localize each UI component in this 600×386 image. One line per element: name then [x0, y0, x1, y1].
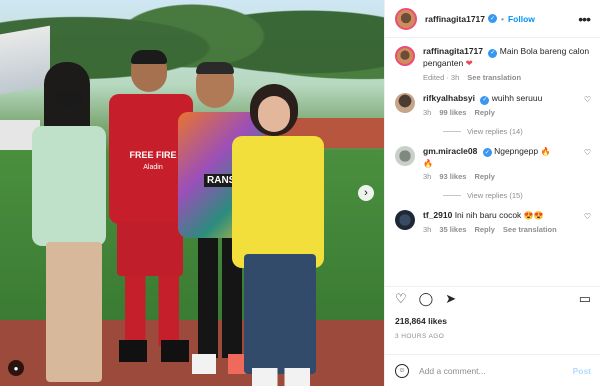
add-comment-bar: ☺ Add a comment... Post [385, 354, 600, 386]
jersey-text: FREE FIRE [129, 150, 177, 160]
view-replies-label[interactable]: View replies (14) [467, 127, 523, 136]
add-comment-input[interactable]: Add a comment... [419, 366, 486, 376]
instagram-post-view: FREE FIRE Aladin RANS › ● raffinagita171… [0, 0, 600, 386]
comment-body: rifkyalhabsyi ✓ wuihh seruuu 3h 99 likes… [423, 93, 578, 118]
comment-username[interactable]: rifkyalhabsyi [423, 93, 475, 103]
verified-badge-icon: ✓ [482, 148, 492, 158]
comment-likes[interactable]: 35 likes [439, 225, 466, 236]
heart-eyes-emoji: 😍😍 [523, 210, 544, 220]
comments-list[interactable]: raffinagita1717 ✓ Main Bola bareng calon… [385, 38, 600, 286]
post-photo[interactable]: FREE FIRE Aladin RANS › ● [0, 0, 384, 386]
see-translation-link[interactable]: See translation [467, 73, 521, 84]
comment-likes[interactable]: 93 likes [439, 172, 466, 183]
face-mask [56, 90, 82, 106]
comment-username[interactable]: gm.miracle08 [423, 146, 477, 156]
view-replies-label[interactable]: View replies (15) [467, 191, 523, 200]
reply-divider [443, 130, 461, 132]
view-replies-link[interactable]: View replies (15) [443, 191, 591, 200]
comment-like-heart-icon[interactable]: ♡ [584, 95, 591, 104]
comment-body: gm.miracle08 ✓ Ngepngepp 🔥 🔥 3h 93 likes… [423, 146, 578, 183]
follow-button[interactable]: Follow [508, 14, 535, 24]
hair [131, 50, 167, 64]
comment-icon[interactable]: ◯ [419, 291, 434, 307]
like-heart-icon[interactable]: ♡ [395, 291, 407, 307]
reply-button[interactable]: Reply [474, 172, 494, 183]
comment-row: tf_2910 Ini nih baru cocok 😍😍 3h 35 like… [395, 209, 591, 235]
share-icon[interactable]: ➤ [445, 291, 456, 307]
verified-badge-icon: ✓ [480, 95, 490, 105]
fire-emoji: 🔥 [540, 146, 551, 156]
jersey-subtext: Aladin [143, 164, 163, 171]
comment-avatar[interactable] [395, 93, 415, 114]
person-yellow-shirt [232, 84, 328, 386]
comment-text: wuihh seruuu [491, 93, 543, 104]
caption-row: raffinagita1717 ✓ Main Bola bareng calon… [395, 46, 591, 83]
comment-like-heart-icon[interactable]: ♡ [584, 148, 591, 157]
comment-text: Ngepngepp [494, 145, 539, 156]
post-timestamp: 3 HOURS AGO [395, 333, 445, 340]
shoes [252, 368, 310, 386]
save-bookmark-icon[interactable]: ▭ [579, 291, 591, 307]
reply-button[interactable]: Reply [474, 108, 494, 119]
heart-emoji: ❤ [465, 57, 473, 68]
comment-age: 3h [423, 172, 432, 182]
caption-body: raffinagita1717 ✓ Main Bola bareng calon… [423, 46, 591, 83]
comment-age: 3h [423, 108, 432, 118]
cap [196, 62, 234, 74]
shirt [32, 126, 106, 246]
comment-like-heart-icon[interactable]: ♡ [584, 212, 591, 221]
more-options-icon[interactable]: ••• [578, 11, 591, 27]
see-translation-link[interactable]: See translation [503, 225, 557, 236]
account-avatar[interactable] [395, 7, 417, 30]
likes-count[interactable]: 218,864 likes [395, 316, 447, 326]
pants [46, 242, 102, 382]
verified-badge-icon: ✓ [488, 48, 498, 58]
fire-emoji: 🔥 [423, 158, 433, 168]
comment-avatar[interactable] [395, 145, 415, 166]
tagged-users-button[interactable]: ● [8, 360, 24, 376]
view-replies-link[interactable]: View replies (14) [443, 127, 591, 136]
comment-text: Ini nih baru cocok [454, 209, 522, 220]
verified-badge-icon: ✓ [488, 14, 497, 23]
separator-dot: • [501, 13, 504, 24]
jeans [244, 254, 316, 374]
post-header: raffinagita1717 ✓ • Follow ••• [385, 0, 600, 38]
face [258, 96, 290, 132]
post-actions: ♡ ◯ ➤ ▭ [385, 286, 600, 310]
comment-avatar[interactable] [395, 209, 415, 230]
comment-row: rifkyalhabsyi ✓ wuihh seruuu 3h 99 likes… [395, 93, 591, 118]
reply-divider [443, 194, 461, 196]
reply-button[interactable]: Reply [474, 225, 494, 236]
caption-avatar[interactable] [395, 46, 415, 66]
comment-username[interactable]: tf_2910 [423, 210, 452, 220]
comment-row: gm.miracle08 ✓ Ngepngepp 🔥 🔥 3h 93 likes… [395, 145, 591, 183]
post-comment-button[interactable]: Post [573, 366, 591, 376]
caption-edited: Edited · 3h [423, 72, 460, 82]
caption-username[interactable]: raffinagita1717 [423, 46, 483, 56]
comment-meta: 3h 99 likes Reply [423, 108, 578, 119]
user-icon: ● [13, 363, 19, 373]
comment-body: tf_2910 Ini nih baru cocok 😍😍 3h 35 like… [423, 210, 578, 235]
chevron-right-icon: › [364, 187, 368, 199]
yellow-shirt [232, 136, 324, 268]
socks [125, 276, 179, 346]
caption-meta: Edited · 3h See translation [423, 73, 591, 84]
next-photo-button[interactable]: › [358, 185, 374, 201]
comment-meta: 3h 93 likes Reply [423, 172, 578, 183]
emoji-picker-icon[interactable]: ☺ [395, 363, 409, 378]
comment-age: 3h [423, 224, 432, 234]
shorts [117, 222, 183, 276]
comment-meta: 3h 35 likes Reply See translation [423, 225, 578, 236]
account-username[interactable]: raffinagita1717 [425, 14, 485, 24]
post-sidebar: raffinagita1717 ✓ • Follow ••• raffinagi… [384, 0, 600, 386]
comment-likes[interactable]: 99 likes [439, 108, 466, 119]
